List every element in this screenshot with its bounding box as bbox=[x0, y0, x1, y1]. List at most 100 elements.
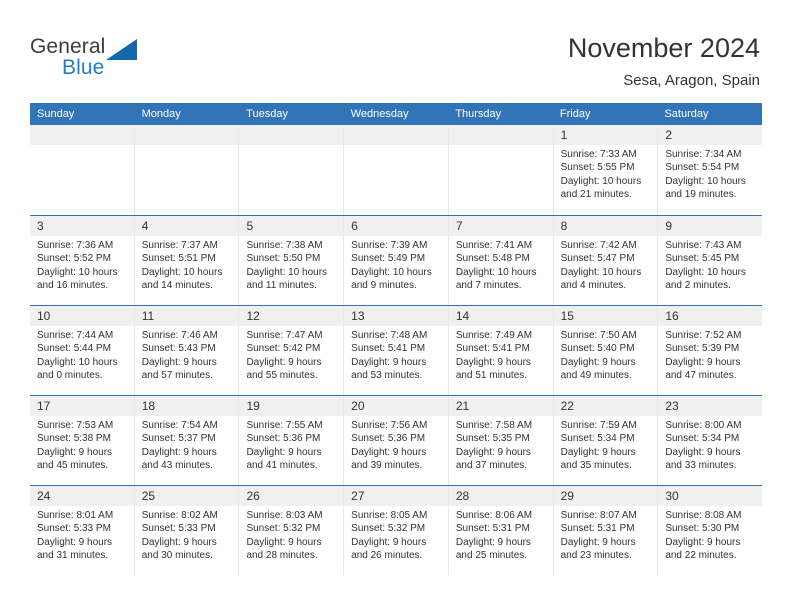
day-cell[interactable]: 13 Sunrise: 7:48 AM Sunset: 5:41 PM Dayligh… bbox=[344, 306, 449, 395]
day-info: Sunrise: 8:03 AM Sunset: 5:32 PM Daylight:… bbox=[239, 506, 343, 563]
day-info: Sunrise: 7:36 AM Sunset: 5:52 PM Daylight:… bbox=[30, 236, 134, 293]
sunrise-text: Sunrise: 7:36 AM bbox=[37, 240, 114, 251]
day-cell[interactable]: 6 Sunrise: 7:39 AM Sunset: 5:49 PM Daylight… bbox=[344, 216, 449, 305]
day-number: 24 bbox=[30, 486, 134, 506]
day-cell[interactable]: 17 Sunrise: 7:53 AM Sunset: 5:38 PM Dayligh… bbox=[30, 396, 135, 485]
daylight-text: Daylight: 10 hours and 19 minutes. bbox=[665, 175, 746, 201]
logo-text-blue: Blue bbox=[62, 56, 105, 79]
day-cell[interactable]: 19 Sunrise: 7:55 AM Sunset: 5:36 PM Dayligh… bbox=[239, 396, 345, 485]
day-cell[interactable]: 25 Sunrise: 8:02 AM Sunset: 5:33 PM Dayligh… bbox=[134, 486, 240, 575]
daylight-text: Daylight: 9 hours and 41 minutes. bbox=[246, 446, 322, 472]
day-cell[interactable]: 4 Sunrise: 7:37 AM Sunset: 5:51 PM Daylight… bbox=[134, 216, 240, 305]
sunrise-text: Sunrise: 7:49 AM bbox=[455, 330, 533, 341]
daylight-text: Daylight: 10 hours and 0 minutes. bbox=[37, 356, 118, 382]
weekday-header-monday: Monday bbox=[141, 108, 181, 120]
page-subtitle: Sesa, Aragon, Spain bbox=[623, 72, 760, 89]
day-info: Sunrise: 8:05 AM Sunset: 5:32 PM Daylight:… bbox=[344, 506, 448, 563]
sunrise-text: Sunrise: 8:07 AM bbox=[560, 510, 637, 521]
day-number bbox=[134, 125, 239, 145]
sunset-text: Sunset: 5:51 PM bbox=[141, 253, 216, 265]
day-cell[interactable]: 1 Sunrise: 7:33 AM Sunset: 5:55 PM Daylight… bbox=[553, 125, 659, 215]
day-number: 26 bbox=[239, 486, 344, 506]
day-number: 22 bbox=[553, 396, 658, 416]
day-cell[interactable]: 9 Sunrise: 7:43 AM Sunset: 5:45 PM Daylight… bbox=[658, 216, 763, 305]
day-number bbox=[344, 125, 448, 145]
daylight-text: Daylight: 9 hours and 53 minutes. bbox=[351, 356, 427, 382]
sunrise-text: Sunrise: 7:42 AM bbox=[560, 240, 637, 251]
daylight-text: Daylight: 9 hours and 25 minutes. bbox=[455, 536, 531, 562]
daylight-text: Daylight: 9 hours and 39 minutes. bbox=[351, 446, 427, 472]
sunrise-text: Sunrise: 7:41 AM bbox=[455, 240, 533, 251]
day-cell[interactable]: 5 Sunrise: 7:38 AM Sunset: 5:50 PM Daylight… bbox=[239, 216, 345, 305]
daylight-text: Daylight: 10 hours and 21 minutes. bbox=[560, 175, 642, 201]
sunset-text: Sunset: 5:49 PM bbox=[351, 253, 426, 265]
day-cell[interactable]: 21 Sunrise: 7:58 AM Sunset: 5:35 PM Dayligh… bbox=[448, 396, 554, 485]
day-info: Sunrise: 8:06 AM Sunset: 5:31 PM Daylight:… bbox=[449, 506, 553, 563]
day-cell[interactable]: 10 Sunrise: 7:44 AM Sunset: 5:44 PM Dayligh… bbox=[30, 306, 135, 395]
day-info: Sunrise: 7:58 AM Sunset: 5:35 PM Daylight:… bbox=[449, 416, 553, 473]
sunset-text: Sunset: 5:33 PM bbox=[141, 523, 216, 535]
day-cell[interactable]: 14 Sunrise: 7:49 AM Sunset: 5:41 PM Dayligh… bbox=[448, 306, 554, 395]
weekday-header-saturday: Saturday bbox=[664, 108, 709, 120]
day-cell[interactable]: 30 Sunrise: 8:08 AM Sunset: 5:30 PM Dayligh… bbox=[658, 486, 763, 575]
day-cell[interactable]: 11 Sunrise: 7:46 AM Sunset: 5:43 PM Dayligh… bbox=[134, 306, 240, 395]
day-number: 19 bbox=[239, 396, 344, 416]
day-cell[interactable]: 26 Sunrise: 8:03 AM Sunset: 5:32 PM Dayligh… bbox=[239, 486, 345, 575]
weekday-header-friday: Friday bbox=[559, 108, 591, 120]
day-cell[interactable]: 24 Sunrise: 8:01 AM Sunset: 5:33 PM Dayligh… bbox=[30, 486, 135, 575]
calendar-grid: Sunday Monday Tuesday Wednesday Thursday Frid… bbox=[30, 103, 763, 575]
day-info: Sunrise: 7:50 AM Sunset: 5:40 PM Daylight:… bbox=[554, 326, 658, 383]
calendar-week-row: 10 Sunrise: 7:44 AM Sunset: 5:44 PM Dayligh… bbox=[30, 305, 763, 395]
day-cell[interactable]: 27 Sunrise: 8:05 AM Sunset: 5:32 PM Dayligh… bbox=[344, 486, 449, 575]
day-cell[interactable]: 8 Sunrise: 7:42 AM Sunset: 5:47 PM Daylight… bbox=[553, 216, 659, 305]
daylight-text: Daylight: 10 hours and 9 minutes. bbox=[351, 266, 432, 292]
weekday-header-row: Sunday Monday Tuesday Wednesday Thursday Frid… bbox=[30, 103, 762, 125]
day-cell[interactable]: 7 Sunrise: 7:41 AM Sunset: 5:48 PM Daylight… bbox=[448, 216, 554, 305]
sunset-text: Sunset: 5:43 PM bbox=[141, 343, 216, 355]
sunset-text: Sunset: 5:39 PM bbox=[665, 343, 740, 355]
weekday-header-tuesday: Tuesday bbox=[246, 108, 288, 120]
day-info: Sunrise: 8:08 AM Sunset: 5:30 PM Daylight:… bbox=[658, 506, 762, 563]
day-info: Sunrise: 7:41 AM Sunset: 5:48 PM Daylight:… bbox=[449, 236, 553, 293]
day-cell[interactable]: 15 Sunrise: 7:50 AM Sunset: 5:40 PM Dayligh… bbox=[553, 306, 659, 395]
daylight-text: Daylight: 9 hours and 30 minutes. bbox=[141, 536, 217, 562]
sunset-text: Sunset: 5:34 PM bbox=[665, 433, 740, 445]
title-block: November 2024 Sesa, Aragon, Spain bbox=[568, 32, 760, 91]
page-title: November 2024 bbox=[567, 33, 760, 63]
sunset-text: Sunset: 5:35 PM bbox=[455, 433, 530, 445]
day-cell[interactable]: 16 Sunrise: 7:52 AM Sunset: 5:39 PM Dayligh… bbox=[658, 306, 763, 395]
sunset-text: Sunset: 5:50 PM bbox=[246, 253, 321, 265]
daylight-text: Daylight: 9 hours and 47 minutes. bbox=[665, 356, 741, 382]
logo-generalblue[interactable]: General Blue bbox=[30, 34, 160, 84]
day-info: Sunrise: 7:52 AM Sunset: 5:39 PM Daylight:… bbox=[658, 326, 762, 383]
day-cell[interactable]: 2 Sunrise: 7:34 AM Sunset: 5:54 PM Daylight… bbox=[658, 125, 763, 215]
sunrise-text: Sunrise: 7:43 AM bbox=[665, 240, 742, 251]
sunrise-text: Sunrise: 7:53 AM bbox=[37, 420, 114, 431]
day-cell[interactable]: 22 Sunrise: 7:59 AM Sunset: 5:34 PM Dayligh… bbox=[553, 396, 659, 485]
daylight-text: Daylight: 9 hours and 31 minutes. bbox=[37, 536, 113, 562]
day-cell[interactable]: 18 Sunrise: 7:54 AM Sunset: 5:37 PM Dayligh… bbox=[134, 396, 240, 485]
sunset-text: Sunset: 5:45 PM bbox=[665, 253, 740, 265]
day-cell[interactable]: 3 Sunrise: 7:36 AM Sunset: 5:52 PM Daylight… bbox=[30, 216, 135, 305]
day-cell[interactable]: 29 Sunrise: 8:07 AM Sunset: 5:31 PM Dayligh… bbox=[553, 486, 659, 575]
sunset-text: Sunset: 5:40 PM bbox=[560, 343, 635, 355]
day-info: Sunrise: 7:42 AM Sunset: 5:47 PM Daylight:… bbox=[554, 236, 658, 293]
daylight-text: Daylight: 9 hours and 22 minutes. bbox=[665, 536, 741, 562]
day-number: 4 bbox=[134, 216, 239, 236]
day-cell[interactable]: 28 Sunrise: 8:06 AM Sunset: 5:31 PM Dayligh… bbox=[448, 486, 554, 575]
sunrise-text: Sunrise: 8:03 AM bbox=[246, 510, 323, 521]
day-cell[interactable]: 23 Sunrise: 8:00 AM Sunset: 5:34 PM Dayligh… bbox=[658, 396, 763, 485]
day-info: Sunrise: 8:00 AM Sunset: 5:34 PM Daylight:… bbox=[658, 416, 762, 473]
day-cell-empty bbox=[448, 125, 554, 215]
day-number: 5 bbox=[239, 216, 344, 236]
day-cell-empty bbox=[344, 125, 449, 215]
day-cell[interactable]: 12 Sunrise: 7:47 AM Sunset: 5:42 PM Dayligh… bbox=[239, 306, 345, 395]
daylight-text: Daylight: 9 hours and 35 minutes. bbox=[560, 446, 636, 472]
daylight-text: Daylight: 10 hours and 7 minutes. bbox=[455, 266, 537, 292]
day-cell[interactable]: 20 Sunrise: 7:56 AM Sunset: 5:36 PM Dayligh… bbox=[344, 396, 449, 485]
sunset-text: Sunset: 5:48 PM bbox=[455, 253, 530, 265]
day-number: 20 bbox=[344, 396, 448, 416]
day-info: Sunrise: 7:54 AM Sunset: 5:37 PM Daylight:… bbox=[135, 416, 239, 473]
daylight-text: Daylight: 10 hours and 14 minutes. bbox=[141, 266, 223, 292]
daylight-text: Daylight: 9 hours and 28 minutes. bbox=[246, 536, 322, 562]
